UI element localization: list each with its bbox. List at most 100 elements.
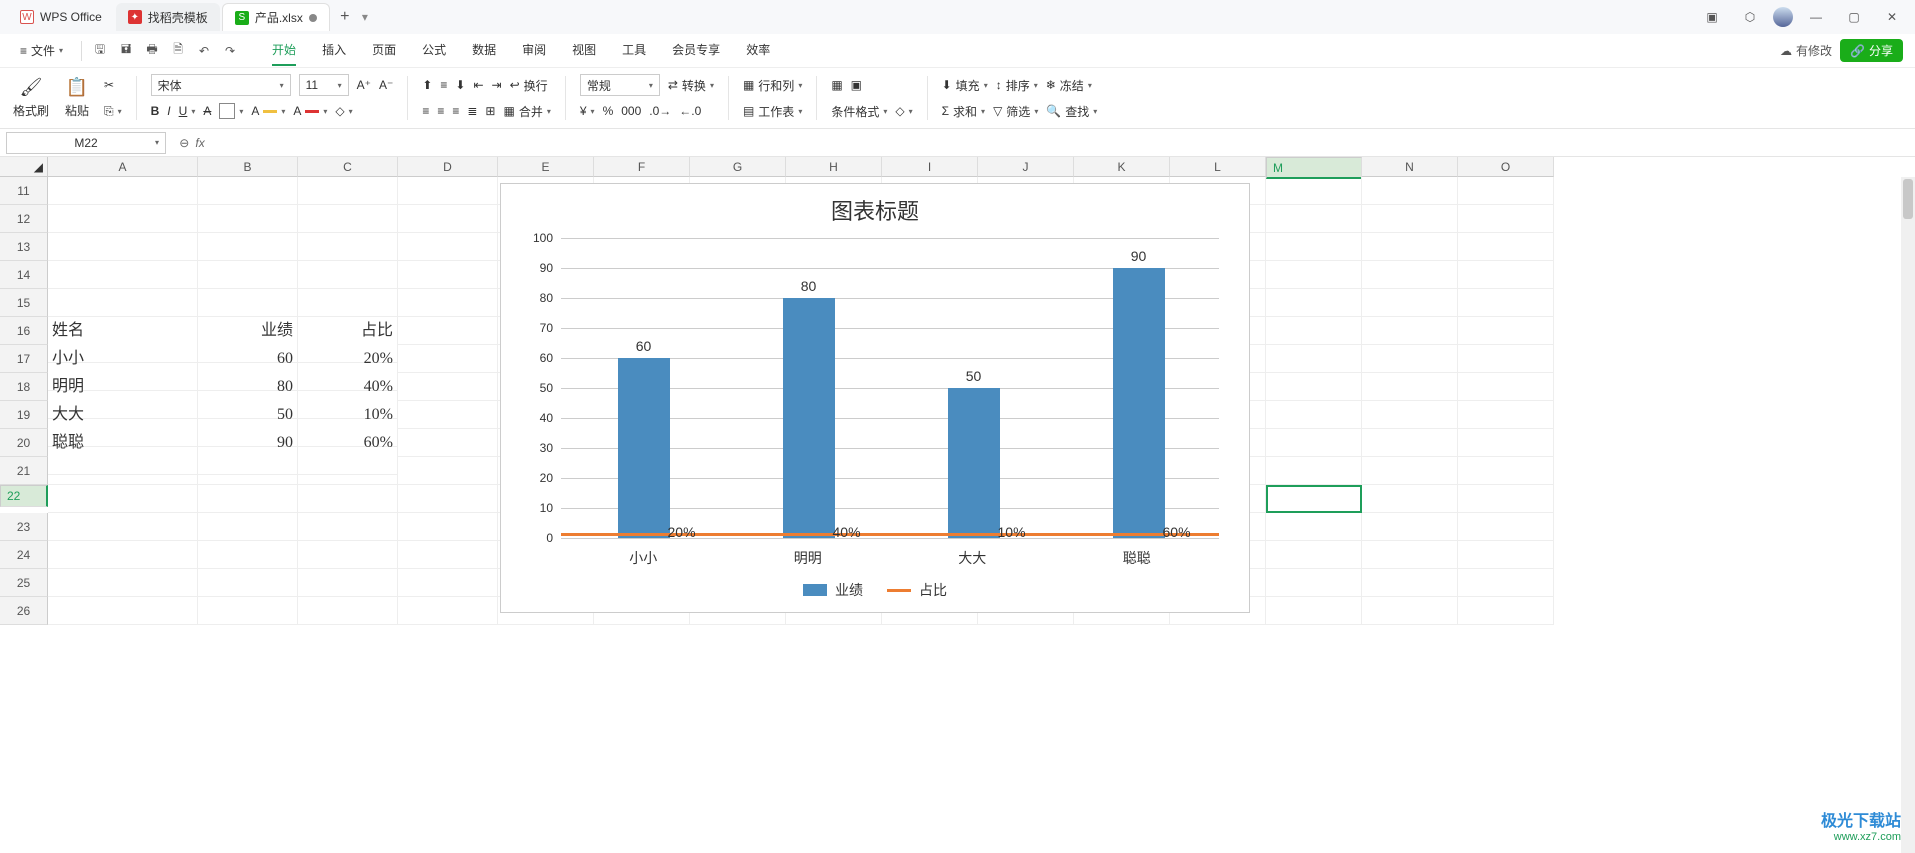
cell[interactable] <box>398 317 498 345</box>
undo-icon[interactable]: ↶ <box>196 43 212 59</box>
cell[interactable] <box>398 345 498 373</box>
highlight-color-button[interactable]: ◇▾ <box>335 100 352 122</box>
cell[interactable] <box>1266 429 1362 457</box>
cell[interactable] <box>1362 177 1458 205</box>
cut-button[interactable]: ✂ <box>104 74 122 96</box>
cell[interactable] <box>1458 485 1554 513</box>
menu-tab[interactable]: 开始 <box>272 35 296 66</box>
decrease-font-button[interactable]: A⁻ <box>379 74 393 96</box>
row-header[interactable]: 15 <box>0 289 48 317</box>
format-painter-button[interactable]: 🖌格式刷 <box>12 75 50 121</box>
cell-style-button[interactable]: ▣ <box>851 74 862 96</box>
cell[interactable] <box>398 485 498 513</box>
cell[interactable] <box>1266 373 1362 401</box>
indent-increase-button[interactable]: ⇥ <box>492 74 502 96</box>
doc-tab-template[interactable]: ✦ 找稻壳模板 <box>116 3 220 31</box>
align-center-button[interactable]: ≡ <box>437 100 444 122</box>
cell[interactable] <box>298 177 398 205</box>
cell[interactable] <box>198 485 298 513</box>
cell[interactable] <box>1266 345 1362 373</box>
row-header[interactable]: 22 <box>0 485 48 507</box>
cell[interactable] <box>1458 177 1554 205</box>
row-header[interactable]: 13 <box>0 233 48 261</box>
redo-icon[interactable]: ↷ <box>222 43 238 59</box>
cell[interactable] <box>398 541 498 569</box>
rows-cols-button[interactable]: ▦行和列▾ <box>743 74 802 96</box>
cell[interactable] <box>1266 317 1362 345</box>
cell[interactable] <box>48 261 198 289</box>
minimize-button[interactable]: ― <box>1801 5 1831 29</box>
print-preview-icon[interactable]: 🗎 <box>170 43 186 59</box>
align-right-button[interactable]: ≡ <box>452 100 459 122</box>
row-header[interactable]: 16 <box>0 317 48 345</box>
cell[interactable] <box>48 485 198 513</box>
cell[interactable] <box>1266 401 1362 429</box>
cell[interactable] <box>298 569 398 597</box>
cell[interactable] <box>1458 541 1554 569</box>
cell[interactable] <box>1458 401 1554 429</box>
menu-tab[interactable]: 审阅 <box>522 35 546 66</box>
cell[interactable] <box>198 513 298 541</box>
share-button[interactable]: 🔗 分享 <box>1840 39 1903 62</box>
column-header[interactable]: E <box>498 157 594 177</box>
menu-tab[interactable]: 插入 <box>322 35 346 66</box>
file-menu[interactable]: ≡ 文件 ▾ <box>12 42 71 59</box>
column-header[interactable]: C <box>298 157 398 177</box>
cell[interactable] <box>48 233 198 261</box>
freeze-button[interactable]: ❄冻结▾ <box>1046 74 1092 96</box>
embedded-chart[interactable]: 图表标题 01020304050607080901006080509020%40… <box>500 183 1250 613</box>
cell[interactable] <box>398 373 498 401</box>
cell[interactable] <box>1458 261 1554 289</box>
cell[interactable] <box>48 177 198 205</box>
column-header[interactable]: B <box>198 157 298 177</box>
table-style-button[interactable]: ▦ <box>831 74 842 96</box>
cell[interactable] <box>1266 177 1362 205</box>
cell[interactable] <box>1362 457 1458 485</box>
doc-tab-active[interactable]: S 产品.xlsx <box>222 3 330 31</box>
cell[interactable] <box>298 597 398 625</box>
cell[interactable] <box>398 569 498 597</box>
formula-input[interactable] <box>212 132 1915 154</box>
cell[interactable] <box>398 429 498 457</box>
cell[interactable] <box>298 457 398 485</box>
cell[interactable] <box>1458 597 1554 625</box>
cell[interactable] <box>1362 317 1458 345</box>
maximize-button[interactable]: ▢ <box>1839 5 1869 29</box>
cell[interactable] <box>198 205 298 233</box>
percent-button[interactable]: % <box>603 100 614 122</box>
row-header[interactable]: 25 <box>0 569 48 597</box>
cell[interactable] <box>1362 513 1458 541</box>
cell[interactable] <box>1362 373 1458 401</box>
cell[interactable] <box>198 541 298 569</box>
worksheet-button[interactable]: ▤工作表▾ <box>743 100 802 122</box>
cell[interactable] <box>298 541 398 569</box>
cell[interactable] <box>48 457 198 485</box>
cell[interactable] <box>298 205 398 233</box>
cell[interactable] <box>398 233 498 261</box>
font-name-select[interactable]: 宋体▾ <box>151 74 291 96</box>
find-button[interactable]: 🔍查找▾ <box>1046 100 1097 122</box>
currency-button[interactable]: ¥▾ <box>580 100 595 122</box>
cell[interactable] <box>198 177 298 205</box>
close-button[interactable]: ✕ <box>1877 5 1907 29</box>
underline-button[interactable]: U▾ <box>179 100 196 122</box>
menu-tab[interactable]: 数据 <box>472 35 496 66</box>
strikethrough-button[interactable]: A <box>203 100 211 122</box>
cell[interactable] <box>1266 261 1362 289</box>
column-header[interactable]: A <box>48 157 198 177</box>
cell[interactable] <box>48 205 198 233</box>
cell[interactable] <box>48 541 198 569</box>
save-icon[interactable]: 🖫 <box>92 43 108 59</box>
menu-tab[interactable]: 效率 <box>746 35 770 66</box>
cell[interactable] <box>1362 289 1458 317</box>
cell[interactable] <box>1362 541 1458 569</box>
column-header[interactable]: L <box>1170 157 1266 177</box>
row-header[interactable]: 14 <box>0 261 48 289</box>
scrollbar-thumb[interactable] <box>1903 179 1913 219</box>
row-header[interactable]: 26 <box>0 597 48 625</box>
cube-icon[interactable]: ⬡ <box>1735 5 1765 29</box>
column-header[interactable]: H <box>786 157 882 177</box>
row-header[interactable]: 20 <box>0 429 48 457</box>
cell[interactable] <box>398 261 498 289</box>
chart-bar[interactable]: 80 <box>783 298 835 538</box>
